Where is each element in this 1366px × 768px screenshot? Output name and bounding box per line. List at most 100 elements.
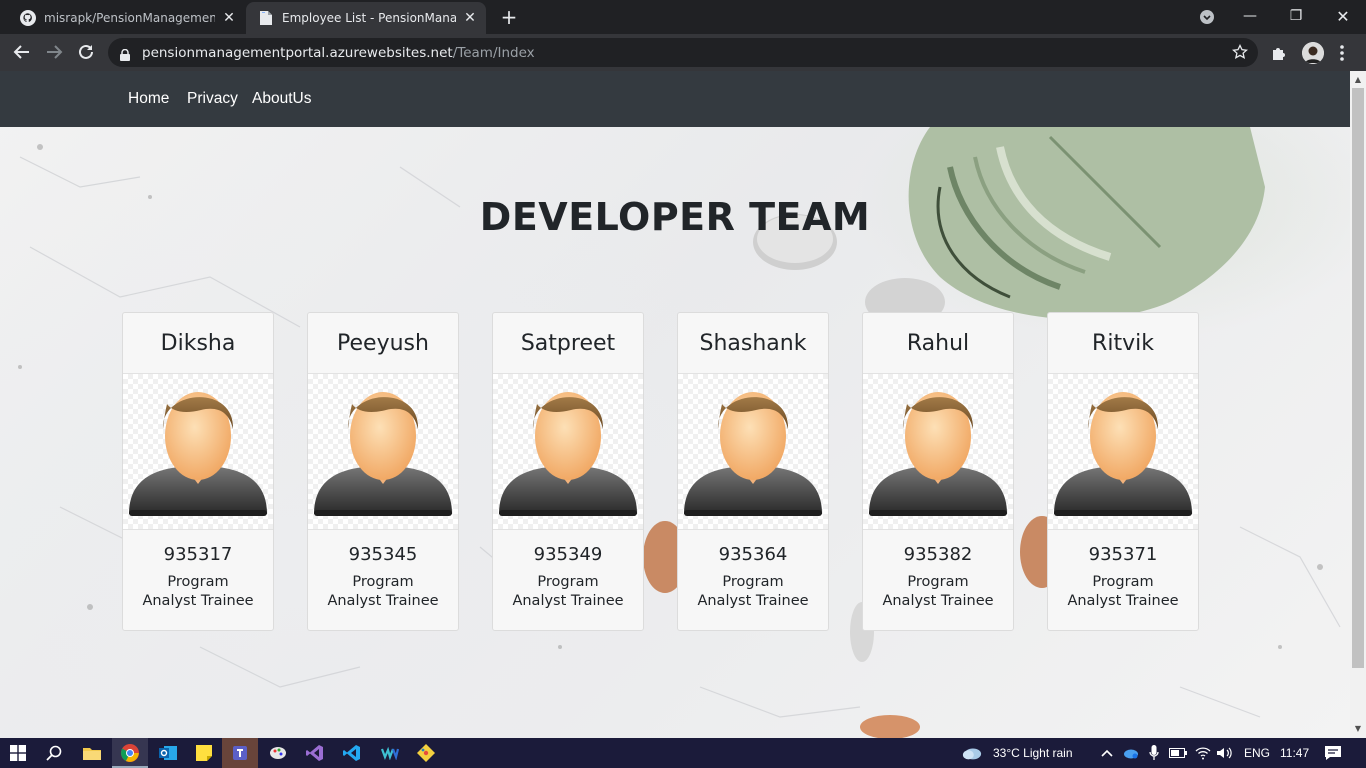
member-role-line: Analyst Trainee	[142, 593, 254, 609]
member-name: Rahul	[863, 313, 1013, 374]
close-icon[interactable]: ✕	[221, 10, 237, 26]
member-role-line: Program	[167, 574, 229, 590]
windows-start-icon[interactable]	[8, 743, 28, 763]
outlook-icon[interactable]	[158, 743, 178, 763]
lock-icon[interactable]	[120, 46, 130, 65]
browser-menu-icon[interactable]	[1338, 42, 1346, 64]
page-title: DEVELOPER TEAM	[479, 195, 871, 239]
arrow-left-icon	[13, 45, 29, 59]
weather-cloud-icon[interactable]	[962, 743, 982, 763]
back-button[interactable]	[10, 40, 34, 64]
wifi-icon[interactable]	[1193, 743, 1213, 763]
language-indicator[interactable]: ENG	[1244, 746, 1270, 760]
extensions-puzzle-icon[interactable]	[1270, 44, 1288, 62]
browser-tab-strip: misrapk/PensionManagement-Po ✕ Employee …	[0, 0, 1366, 34]
user-avatar-icon	[1054, 392, 1192, 516]
file-explorer-icon[interactable]	[82, 743, 102, 763]
member-photo	[493, 374, 643, 530]
member-photo	[123, 374, 273, 530]
page-viewport: Home Privacy AboutUs DEVELOPER TEAM Diks…	[0, 71, 1350, 738]
git-client-icon[interactable]	[416, 743, 436, 763]
onedrive-icon[interactable]	[1120, 743, 1140, 763]
restore-button[interactable]: ❐	[1273, 4, 1319, 28]
member-role: Program Analyst Trainee	[123, 573, 273, 611]
member-photo	[308, 374, 458, 530]
team-member-card: Ritvik 935371 Program Analyst Trainee	[1047, 312, 1199, 631]
tab-label: Employee List - PensionManagem	[282, 11, 456, 25]
weather-text[interactable]: 33°C Light rain	[993, 746, 1073, 760]
visual-studio-icon[interactable]	[305, 743, 325, 763]
url-text[interactable]: pensionmanagementportal.azurewebsites.ne…	[142, 45, 535, 61]
member-photo	[1048, 374, 1198, 530]
chevron-up-icon[interactable]	[1097, 743, 1117, 763]
scrollbar-thumb[interactable]	[1352, 88, 1364, 668]
scroll-down-arrow-icon[interactable]: ▼	[1353, 724, 1363, 734]
tab-employee-list[interactable]: Employee List - PensionManagem ✕	[246, 2, 486, 34]
member-role-line: Analyst Trainee	[1067, 593, 1179, 609]
arrow-right-icon	[47, 45, 63, 59]
notification-icon[interactable]	[1323, 743, 1343, 763]
nav-link-aboutus[interactable]: AboutUs	[252, 90, 311, 108]
member-name: Diksha	[123, 313, 273, 374]
member-role-line: Program	[1092, 574, 1154, 590]
minimize-button[interactable]: —	[1227, 4, 1273, 28]
windows-taskbar: 33°C Light rain ENG 11:47	[0, 738, 1366, 768]
vscode-icon[interactable]	[342, 743, 362, 763]
user-avatar-icon	[499, 392, 637, 516]
member-role-line: Analyst Trainee	[512, 593, 624, 609]
profile-avatar[interactable]	[1302, 42, 1324, 64]
member-name: Ritvik	[1048, 313, 1198, 374]
team-member-card: Satpreet 935349 Program Analyst Trainee	[492, 312, 644, 631]
scroll-up-arrow-icon[interactable]: ▲	[1353, 75, 1363, 85]
webex-icon[interactable]	[380, 743, 400, 763]
close-icon[interactable]: ✕	[462, 10, 478, 26]
member-role-line: Program	[352, 574, 414, 590]
reload-button[interactable]	[74, 40, 98, 64]
sticky-notes-icon[interactable]	[194, 743, 214, 763]
member-role: Program Analyst Trainee	[1048, 573, 1198, 611]
member-role: Program Analyst Trainee	[863, 573, 1013, 611]
nav-link-home[interactable]: Home	[128, 90, 169, 108]
member-id: 935382	[903, 544, 973, 565]
volume-icon[interactable]	[1215, 743, 1235, 763]
member-role: Program Analyst Trainee	[678, 573, 828, 611]
tab-github[interactable]: misrapk/PensionManagement-Po ✕	[0, 2, 245, 34]
member-id: 935364	[718, 544, 788, 565]
member-id: 935349	[533, 544, 603, 565]
member-photo	[678, 374, 828, 530]
member-photo	[863, 374, 1013, 530]
member-id: 935317	[163, 544, 233, 565]
github-icon	[20, 10, 36, 26]
microphone-icon[interactable]	[1144, 743, 1164, 763]
nav-link-privacy[interactable]: Privacy	[187, 90, 238, 108]
user-avatar-icon	[684, 392, 822, 516]
team-member-card: Peeyush 935345 Program Analyst Trainee	[307, 312, 459, 631]
address-bar[interactable]: pensionmanagementportal.azurewebsites.ne…	[108, 38, 1258, 67]
member-name: Shashank	[678, 313, 828, 374]
tab-search-icon[interactable]	[1199, 9, 1215, 25]
bookmark-star-icon[interactable]	[1231, 43, 1249, 64]
clock-time[interactable]: 11:47	[1280, 746, 1309, 760]
member-role-line: Analyst Trainee	[327, 593, 439, 609]
member-name: Satpreet	[493, 313, 643, 374]
member-id: 935371	[1088, 544, 1158, 565]
tab-label: misrapk/PensionManagement-Po	[44, 11, 215, 25]
member-role-line: Program	[722, 574, 784, 590]
member-role-line: Analyst Trainee	[697, 593, 809, 609]
search-icon[interactable]	[44, 743, 64, 763]
user-avatar-icon	[869, 392, 1007, 516]
user-avatar-icon	[129, 392, 267, 516]
paint-app-icon[interactable]	[268, 743, 288, 763]
battery-icon[interactable]	[1168, 743, 1188, 763]
teams-icon[interactable]	[230, 743, 250, 763]
member-name: Peeyush	[308, 313, 458, 374]
member-id: 935345	[348, 544, 418, 565]
forward-button[interactable]	[42, 40, 66, 64]
browser-toolbar: pensionmanagementportal.azurewebsites.ne…	[0, 34, 1366, 71]
chrome-icon[interactable]	[120, 743, 140, 763]
team-member-card: Diksha 935317 Program Analyst Trainee	[122, 312, 274, 631]
window-close-button[interactable]: ✕	[1320, 4, 1366, 28]
document-icon	[258, 10, 274, 26]
member-role: Program Analyst Trainee	[493, 573, 643, 611]
new-tab-button[interactable]: +	[499, 7, 519, 27]
